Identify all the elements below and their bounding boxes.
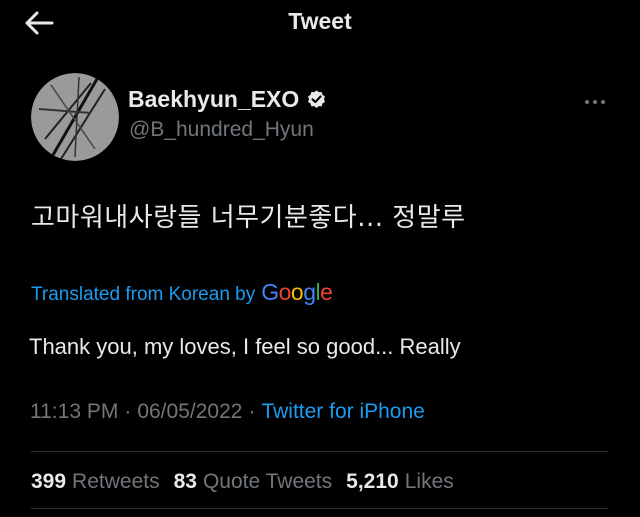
translated-from-label[interactable]: Translated from Korean by <box>31 284 255 306</box>
page-title: Tweet <box>288 8 352 34</box>
meta-separator: · <box>124 400 132 423</box>
author-display-name[interactable]: Baekhyun_EXO <box>128 86 299 113</box>
tweet-text: 고마워내사랑들 너무기분좋다... 정말루 <box>31 203 466 233</box>
top-bar: Tweet <box>0 0 640 46</box>
retweets-label: Retweets <box>72 470 160 493</box>
google-logo: Google <box>261 279 333 305</box>
author-name-row: Baekhyun_EXO <box>128 86 327 113</box>
retweets-count: 399 <box>31 470 67 493</box>
meta-separator: · <box>248 400 256 423</box>
tweet-time[interactable]: 11:13 PM <box>30 400 118 424</box>
quote-tweets-stat[interactable]: 83 Quote Tweets <box>174 470 333 494</box>
likes-count: 5,210 <box>346 470 399 493</box>
avatar[interactable] <box>31 73 119 161</box>
tweet-metadata: 11:13 PM · 06/05/2022 · Twitter for iPho… <box>30 400 425 424</box>
divider <box>31 508 608 509</box>
divider <box>31 451 608 452</box>
retweets-stat[interactable]: 399 Retweets <box>31 470 160 494</box>
tweet-date[interactable]: 06/05/2022 <box>137 400 242 424</box>
translated-text: Thank you, my loves, I feel so good... R… <box>29 334 461 359</box>
author-handle[interactable]: @B_hundred_Hyun <box>129 118 314 142</box>
quote-tweets-count: 83 <box>173 470 197 493</box>
translation-attribution: Translated from Korean by Google <box>31 279 333 306</box>
verified-badge-icon <box>308 90 326 108</box>
source-link[interactable]: Twitter for iPhone <box>261 400 424 424</box>
engagement-stats: 399 Retweets 83 Quote Tweets 5,210 Likes <box>31 470 468 494</box>
likes-label: Likes <box>404 470 454 493</box>
more-options-icon <box>585 100 605 104</box>
more-options-button[interactable] <box>582 92 608 112</box>
likes-stat[interactable]: 5,210 Likes <box>346 470 454 494</box>
quote-tweets-label: Quote Tweets <box>202 470 333 493</box>
